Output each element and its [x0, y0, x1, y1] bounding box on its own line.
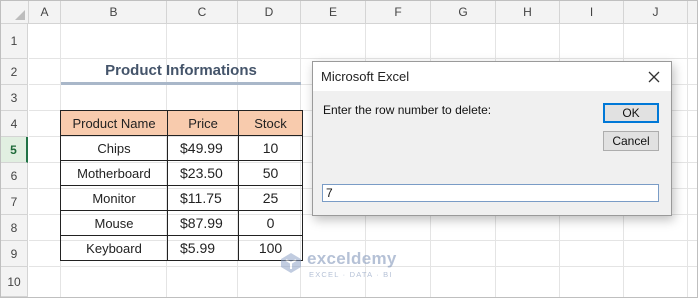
- row-header-6[interactable]: 6: [1, 163, 28, 189]
- table-row: Mouse $87.99 0: [60, 210, 303, 236]
- column-header-e[interactable]: E: [301, 1, 366, 23]
- cell-price[interactable]: $87.99: [167, 210, 239, 236]
- row-header-9[interactable]: 9: [1, 241, 28, 267]
- excel-sheet-view: A B C D E F G H I J 1 2 3 4 5 6 7 8 9 10…: [0, 0, 698, 298]
- header-product-name[interactable]: Product Name: [60, 110, 168, 136]
- close-icon: [648, 71, 660, 83]
- row-header-4[interactable]: 4: [1, 111, 28, 137]
- table-row: Keyboard $5.99 100: [60, 235, 303, 261]
- row-number-input[interactable]: 7: [322, 184, 659, 202]
- column-header-h[interactable]: H: [496, 1, 560, 23]
- column-header-b[interactable]: B: [61, 1, 167, 23]
- cell-price[interactable]: $11.75: [167, 185, 239, 211]
- product-table: Product Name Price Stock Chips $49.99 10…: [60, 110, 303, 261]
- column-header-d[interactable]: D: [238, 1, 301, 23]
- column-header-i[interactable]: I: [560, 1, 624, 23]
- gridline: [687, 24, 688, 297]
- cell-price[interactable]: $23.50: [167, 160, 239, 186]
- column-header-g[interactable]: G: [431, 1, 496, 23]
- column-header-a[interactable]: A: [29, 1, 61, 23]
- row-header-1[interactable]: 1: [1, 24, 28, 59]
- header-price[interactable]: Price: [167, 110, 239, 136]
- table-row: Chips $49.99 10: [60, 135, 303, 161]
- column-header-j[interactable]: J: [624, 1, 688, 23]
- row-header-5-active[interactable]: 5: [1, 137, 28, 163]
- row-header-10[interactable]: 10: [1, 267, 28, 297]
- cell-product-name[interactable]: Keyboard: [60, 235, 168, 261]
- row-header-8[interactable]: 8: [1, 215, 28, 241]
- dialog-titlebar[interactable]: Microsoft Excel: [313, 62, 671, 91]
- input-box-dialog: Microsoft Excel Enter the row number to …: [312, 61, 672, 216]
- title-underline: [61, 82, 301, 85]
- cell-stock[interactable]: 10: [238, 135, 303, 161]
- dialog-close-button[interactable]: [643, 66, 665, 88]
- cell-stock[interactable]: 50: [238, 160, 303, 186]
- column-header-bar: A B C D E F G H I J: [1, 1, 697, 24]
- select-all-corner[interactable]: [1, 1, 29, 23]
- cell-stock[interactable]: 0: [238, 210, 303, 236]
- row-header-3[interactable]: 3: [1, 85, 28, 111]
- watermark-name: exceldemy: [307, 249, 397, 268]
- dialog-title: Microsoft Excel: [321, 69, 410, 84]
- exceldemy-logo-icon: [281, 253, 301, 273]
- cell-product-name[interactable]: Mouse: [60, 210, 168, 236]
- column-header-c[interactable]: C: [167, 1, 238, 23]
- header-stock[interactable]: Stock: [238, 110, 303, 136]
- column-header-f[interactable]: F: [366, 1, 431, 23]
- table-header-row: Product Name Price Stock: [60, 110, 303, 136]
- ok-button[interactable]: OK: [603, 103, 659, 123]
- dialog-prompt: Enter the row number to delete:: [323, 103, 492, 117]
- cell-product-name[interactable]: Motherboard: [60, 160, 168, 186]
- cell-stock[interactable]: 25: [238, 185, 303, 211]
- watermark-tagline: EXCEL · DATA · BI: [309, 270, 393, 279]
- table-row: Monitor $11.75 25: [60, 185, 303, 211]
- row-header-7[interactable]: 7: [1, 189, 28, 215]
- row-header-2[interactable]: 2: [1, 59, 28, 85]
- cell-product-name[interactable]: Monitor: [60, 185, 168, 211]
- cell-price[interactable]: $49.99: [167, 135, 239, 161]
- cell-price[interactable]: $5.99: [167, 235, 239, 261]
- cancel-button[interactable]: Cancel: [603, 131, 659, 151]
- sheet-title[interactable]: Product Informations: [61, 59, 301, 83]
- table-row: Motherboard $23.50 50: [60, 160, 303, 186]
- exceldemy-watermark: exceldemy EXCEL · DATA · BI: [279, 247, 429, 287]
- cell-product-name[interactable]: Chips: [60, 135, 168, 161]
